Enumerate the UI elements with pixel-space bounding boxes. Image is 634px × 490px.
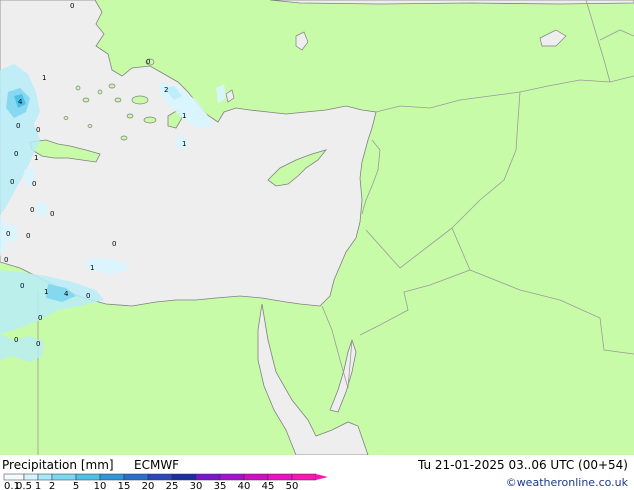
value-label: 0: [10, 178, 14, 186]
value-label: 0: [36, 126, 40, 134]
legend-swatch: [219, 473, 245, 481]
legend-tick-label: 40: [238, 481, 251, 490]
legend-tick-label: 2: [49, 481, 55, 490]
value-label: 0: [30, 206, 34, 214]
value-label: 0: [36, 340, 40, 348]
legend-tick-label: 15: [118, 481, 131, 490]
value-label: 0: [26, 232, 30, 240]
model-name: ECMWF: [134, 458, 179, 472]
value-label: 0: [70, 2, 74, 10]
value-label: 0: [112, 240, 116, 248]
legend-tick-label: 45: [262, 481, 275, 490]
legend-tick-label: 10: [94, 481, 107, 490]
legend-swatch: [147, 473, 173, 481]
precipitation-map: 0 0 1 2 1 1 4 0 0 1 0 0 0 0 0 0 1 0 0 0 …: [0, 0, 634, 490]
value-label: 0: [146, 58, 150, 66]
legend-tick-label: 50: [286, 481, 299, 490]
value-label: 4: [18, 98, 23, 106]
legend-swatch: [123, 473, 149, 481]
value-label: 0: [50, 210, 54, 218]
legend-tick-label: 5: [73, 481, 79, 490]
valid-time: Tu 21-01-2025 03..06 UTC (00+54): [417, 458, 628, 472]
legend-tick-label: 30: [190, 481, 203, 490]
value-label: 4: [64, 290, 69, 298]
value-label: 1: [42, 74, 46, 82]
legend-tick-label: 20: [142, 481, 155, 490]
legend-tick-label: 0.5: [16, 481, 32, 490]
legend-swatch: [99, 473, 125, 481]
legend-swatch: [267, 473, 293, 481]
legend-swatch: [291, 473, 317, 481]
legend-tick-label: 35: [214, 481, 227, 490]
credit-link[interactable]: ©weatheronline.co.uk: [506, 476, 629, 489]
value-label: 1: [90, 264, 94, 272]
value-label: 0: [6, 230, 10, 238]
legend-tick-label: 1: [35, 481, 41, 490]
black-sea: [269, 0, 634, 5]
value-label: 1: [182, 112, 186, 120]
legend-swatch: [23, 473, 39, 481]
map-title: Precipitation [mm]: [2, 458, 114, 472]
legend-swatch: [171, 473, 197, 481]
legend-swatch: [37, 473, 53, 481]
value-label: 0: [14, 150, 18, 158]
value-label: 0: [38, 314, 42, 322]
value-label: 1: [34, 154, 38, 162]
value-label: 0: [32, 180, 36, 188]
value-label: 0: [86, 292, 90, 300]
value-label: 0: [14, 336, 18, 344]
value-label: 0: [20, 282, 24, 290]
value-label: 0: [16, 122, 20, 130]
value-label: 1: [182, 140, 186, 148]
value-label: 2: [164, 86, 168, 94]
legend-swatch: [51, 473, 77, 481]
legend-color-bar: [3, 473, 328, 481]
value-label: 0: [4, 256, 8, 264]
legend-tick-label: 25: [166, 481, 179, 490]
legend-swatch: [3, 473, 25, 481]
legend-swatch: [195, 473, 221, 481]
legend-swatch: [75, 473, 101, 481]
value-label: 1: [44, 288, 48, 296]
legend-swatch: [243, 473, 269, 481]
